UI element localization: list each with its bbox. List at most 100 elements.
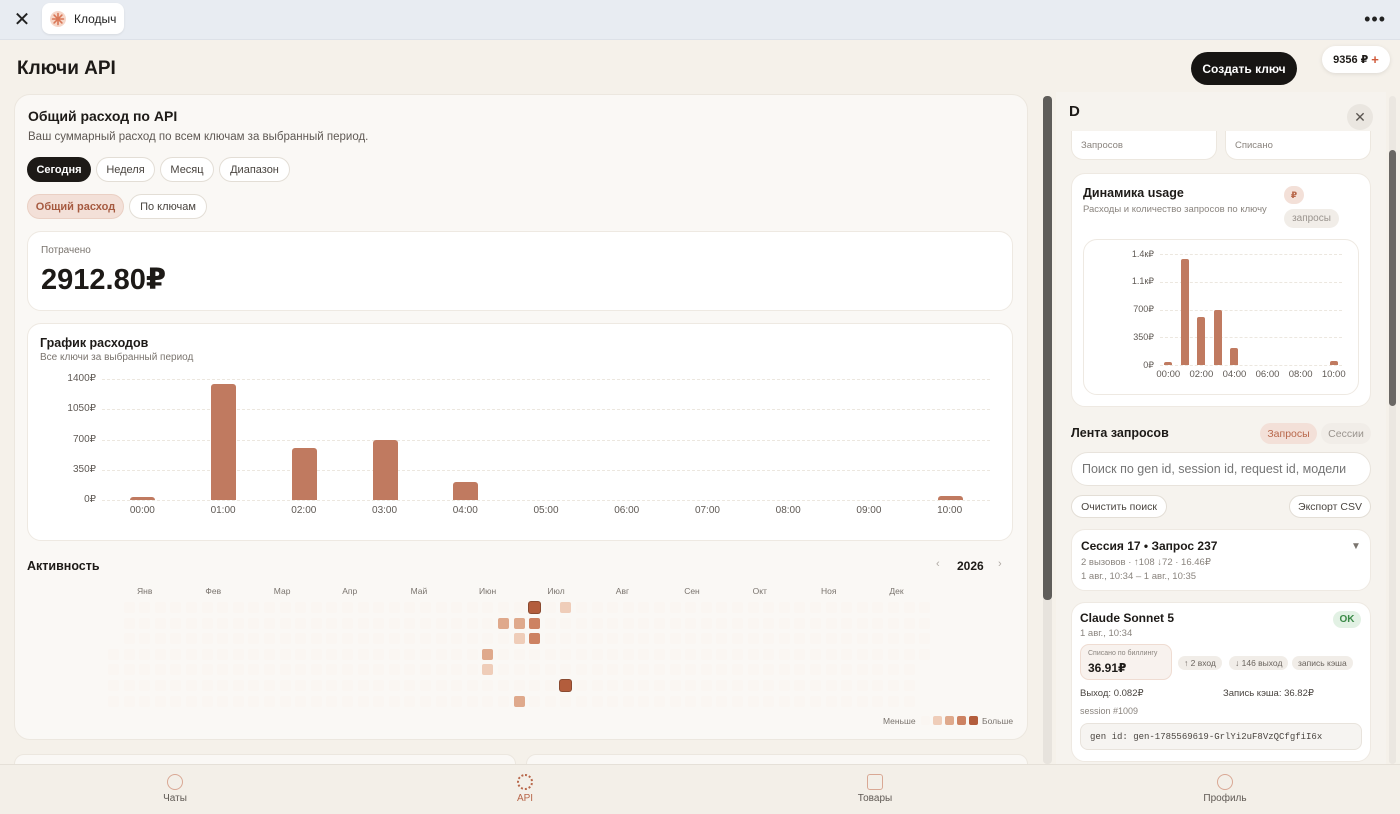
heatmap-cell [919,617,931,629]
heatmap-cell [154,680,166,691]
heatmap-cell [482,602,494,613]
heatmap-cell [622,695,634,707]
nav-api[interactable]: API [465,764,585,814]
heatmap-cell [139,695,151,707]
heatmap-cell [825,617,837,629]
heatmap-cell [295,680,307,691]
legend-swatch [969,716,978,725]
clear-search-button[interactable]: Очистить поиск [1071,495,1167,518]
heatmap-cell [435,648,447,660]
heatmap-cell [591,648,603,660]
export-csv-button[interactable]: Экспорт CSV [1289,495,1371,518]
heatmap-cell [404,602,416,613]
heatmap-cell [794,602,806,613]
heatmap-cell [170,664,182,676]
heatmap-cell [560,680,572,691]
legend-swatch [933,716,942,725]
heatmap-cell [654,648,665,660]
heatmap-cell [810,664,821,676]
nav-profile[interactable]: Профиль [1165,764,1285,814]
heatmap-cell [388,633,400,645]
heatmap-cell [856,648,868,660]
heatmap-cell [186,695,197,707]
heatmap-cell [591,617,603,629]
heatmap-cell [310,633,322,645]
heatmap-cell [498,648,509,660]
heatmap-cell [638,695,650,707]
heatmap-cell [232,617,244,629]
x-tick-label: 10:00 [1321,369,1346,380]
heatmap-cell [420,680,431,691]
panel-scrollbar[interactable] [1389,150,1396,406]
heatmap-cell [139,602,151,613]
feed-search-input[interactable] [1071,452,1371,486]
heatmap-cell [513,602,525,613]
heatmap-cell [872,648,884,660]
heatmap-cell [888,680,899,691]
heatmap-cell [232,648,244,660]
heatmap-cell [856,617,868,629]
legend-swatch [945,716,954,725]
heatmap-cell [560,664,572,676]
heatmap-cell [544,633,556,645]
heatmap-cell [170,680,182,691]
heatmap-cell [248,633,260,645]
month-label: Дек [889,586,904,596]
chevron-down-icon[interactable]: ▼ [1351,541,1361,552]
feed-tab-requests[interactable]: Запросы [1260,423,1317,444]
heatmap-cell [700,680,712,691]
heatmap-cell [778,633,790,645]
heatmap-cell [295,695,307,707]
nav-goods[interactable]: Товары [815,764,935,814]
heatmap-cell [513,680,525,691]
heatmap-cell [607,602,619,613]
gen-id-field[interactable]: gen id: gen-1785569619-GrlYi2uF8VzQCfgfi… [1080,723,1362,750]
heatmap-cell [607,633,619,645]
heatmap-cell [264,617,275,629]
heatmap-cell [856,695,868,707]
heatmap-cell [685,617,697,629]
heatmap-cell [888,648,899,660]
nav-label: Товары [857,793,893,804]
heatmap-cell [872,680,884,691]
heatmap-cell [357,695,369,707]
heatmap-cell [810,680,821,691]
heatmap-cell [123,602,135,613]
heatmap-cell [123,648,135,660]
feed-tab-sessions[interactable]: Сессии [1321,423,1371,444]
heatmap-cell [154,602,166,613]
heatmap-cell [264,602,275,613]
nav-chats[interactable]: Чаты [115,764,235,814]
heatmap-cell [357,664,369,676]
heatmap-cell [544,648,556,660]
heatmap-cell [170,602,182,613]
chat-icon [167,774,183,790]
heatmap-cell [544,617,556,629]
heatmap-cell [232,695,244,707]
heatmap-cell [139,617,151,629]
heatmap-cell [482,648,494,660]
heatmap-cell [451,602,463,613]
bar [1213,309,1222,365]
heatmap-cell [685,664,697,676]
heatmap-cell [825,602,837,613]
heatmap-cell [622,648,634,660]
heatmap-cell [778,617,790,629]
heatmap-cell [232,680,244,691]
heatmap-cell [825,695,837,707]
heatmap-cell [201,648,213,660]
heatmap-cell [576,602,587,613]
heatmap-cell [888,664,899,676]
heatmap-cell [903,695,915,707]
heatmap-cell [108,648,119,660]
heatmap-cell [560,617,572,629]
heatmap-cell [310,664,322,676]
heatmap-cell [201,617,213,629]
heatmap-cell [217,680,229,691]
heatmap-cell [310,695,322,707]
heatmap-cell [622,602,634,613]
heatmap-cell [841,695,853,707]
heatmap-cell [388,602,400,613]
heatmap-cell [529,695,541,707]
heatmap-cell [373,633,385,645]
